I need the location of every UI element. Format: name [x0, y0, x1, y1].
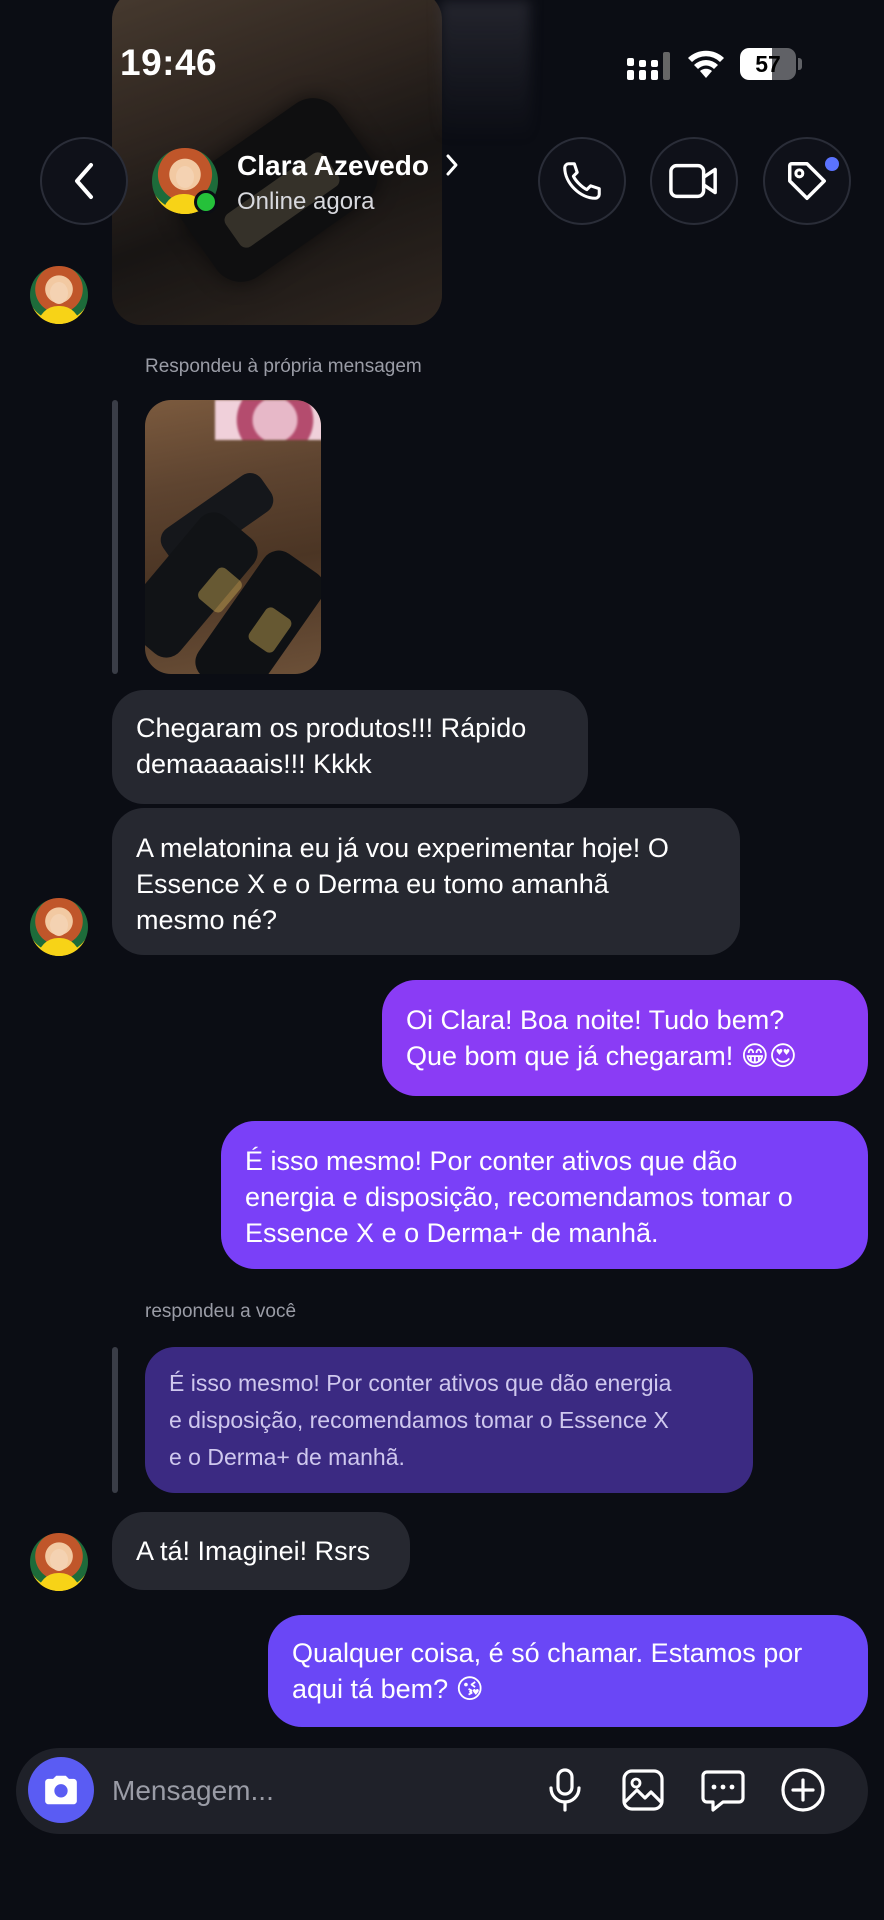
quoted-message[interactable]: É isso mesmo! Por conter ativos que dão … [145, 1347, 753, 1493]
incoming-message[interactable]: A tá! Imaginei! Rsrs [112, 1512, 410, 1590]
outgoing-message[interactable]: É isso mesmo! Por conter ativos que dão … [221, 1121, 868, 1269]
incoming-message[interactable]: Chegaram os produtos!!! Rápido demaaaaai… [112, 690, 588, 804]
message-icon[interactable] [699, 1766, 747, 1814]
outgoing-message[interactable]: Oi Clara! Boa noite! Tudo bem? Que bom q… [382, 980, 868, 1096]
cellular-signal-icon [627, 52, 670, 80]
video-camera-icon [669, 163, 717, 199]
battery-indicator: 57 [740, 48, 802, 80]
chevron-right-icon[interactable] [444, 152, 460, 178]
contact-name[interactable]: Clara Azevedo [237, 150, 429, 182]
reply-label: Respondeu à própria mensagem [145, 356, 422, 377]
plus-icon[interactable] [779, 1766, 827, 1814]
incoming-message[interactable]: A melatonina eu já vou experimentar hoje… [112, 808, 740, 955]
blurred-background [440, 0, 530, 140]
contact-avatar-small [30, 1533, 88, 1591]
reply-indicator-bar [112, 1347, 118, 1493]
back-arrow-icon [75, 163, 93, 199]
image-icon[interactable] [619, 1766, 667, 1814]
outgoing-message[interactable]: Qualquer coisa, é só chamar. Estamos por… [268, 1615, 868, 1727]
camera-icon [45, 1775, 77, 1805]
tag-icon [788, 162, 826, 200]
phone-icon [563, 162, 601, 200]
reply-indicator-bar [112, 400, 118, 674]
online-status-dot [194, 190, 218, 214]
notification-dot [825, 157, 839, 171]
camera-button[interactable] [28, 1757, 94, 1823]
reply-label: respondeu a você [145, 1301, 297, 1322]
contact-status: Online agora [237, 188, 375, 215]
video-call-button[interactable] [650, 137, 738, 225]
status-time: 19:46 [120, 42, 218, 83]
replied-product-photo[interactable] [145, 400, 321, 674]
back-button[interactable] [40, 137, 128, 225]
microphone-icon[interactable] [541, 1766, 589, 1814]
contact-avatar-small [30, 898, 88, 956]
voice-call-button[interactable] [538, 137, 626, 225]
tag-button[interactable] [763, 137, 851, 225]
contact-avatar-small [30, 266, 88, 324]
message-input[interactable] [112, 1768, 512, 1814]
wifi-icon [688, 50, 724, 78]
battery-level: 57 [755, 51, 781, 77]
